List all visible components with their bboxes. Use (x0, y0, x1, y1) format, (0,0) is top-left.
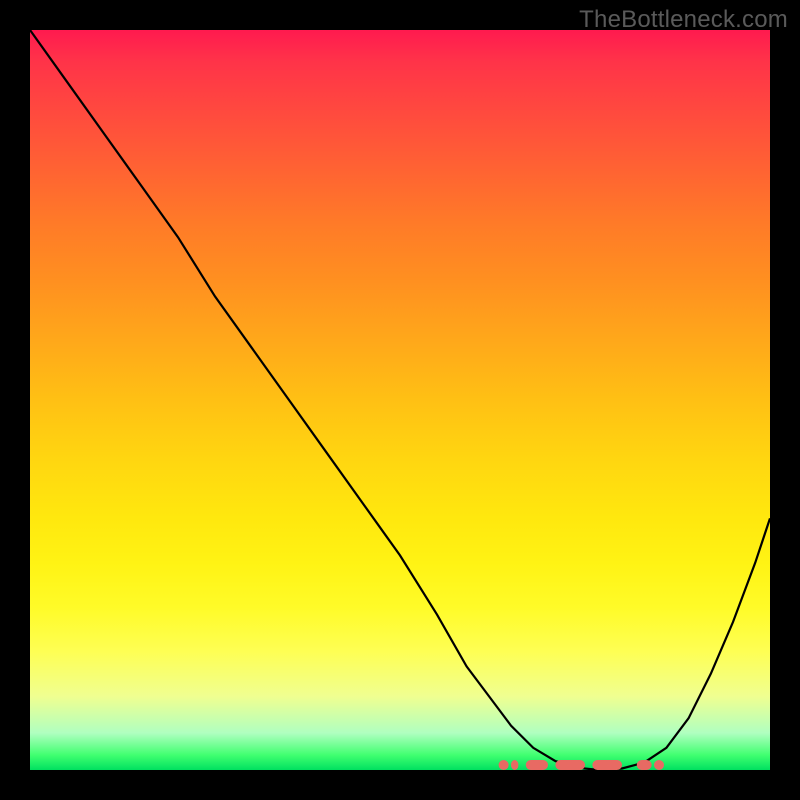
curve-line (30, 30, 770, 770)
optimal-marker (555, 760, 585, 770)
watermark: TheBottleneck.com (579, 6, 788, 34)
optimal-marker-dot (499, 760, 509, 770)
chart-plot-area (30, 30, 770, 770)
bottleneck-curve (30, 30, 770, 770)
optimal-marker (526, 760, 548, 770)
optimal-marker (637, 760, 652, 770)
optimal-marker (511, 760, 518, 770)
optimal-markers (499, 760, 664, 770)
optimal-marker-dot (654, 760, 664, 770)
optimal-marker (592, 760, 622, 770)
